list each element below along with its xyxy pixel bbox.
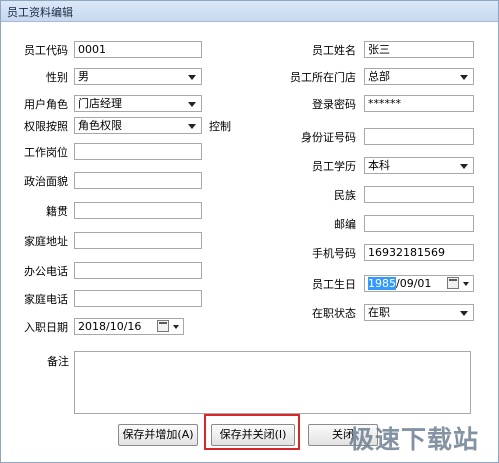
birthday-label: 员工生日 xyxy=(312,278,356,291)
gender-select[interactable]: 男 xyxy=(74,68,202,85)
login-password-label: 登录密码 xyxy=(312,98,356,111)
hire-date-picker[interactable]: 2018/10/16 xyxy=(74,318,184,335)
birthday-picker[interactable]: 1985/09/01 xyxy=(364,275,474,292)
employee-code-input[interactable]: 0001 xyxy=(74,41,202,58)
permission-suffix-label: 控制 xyxy=(209,120,231,133)
id-number-label: 身份证号码 xyxy=(301,131,356,144)
calendar-icon[interactable] xyxy=(447,277,459,289)
employment-status-label: 在职状态 xyxy=(312,307,356,320)
employment-status-value: 在职 xyxy=(368,306,390,319)
birthday-rest: /09/01 xyxy=(396,277,432,290)
birthday-year-selected: 1985 xyxy=(368,277,396,290)
remarks-label: 备注 xyxy=(47,355,69,368)
store-select[interactable]: 总部 xyxy=(364,68,474,85)
watermark-text: 极速下载站 xyxy=(349,425,480,454)
employment-status-select[interactable]: 在职 xyxy=(364,304,474,321)
store-value: 总部 xyxy=(368,70,390,83)
employee-name-label: 员工姓名 xyxy=(312,44,356,57)
employee-code-label: 员工代码 xyxy=(24,44,68,57)
home-phone-label: 家庭电话 xyxy=(24,293,68,306)
save-and-add-button[interactable]: 保存并增加(A) xyxy=(118,424,198,446)
home-address-input[interactable] xyxy=(74,232,202,249)
political-status-label: 政治面貌 xyxy=(24,175,68,188)
home-address-label: 家庭地址 xyxy=(24,235,68,248)
permission-select[interactable]: 角色权限 xyxy=(74,117,202,134)
home-phone-input[interactable] xyxy=(74,290,202,307)
political-status-input[interactable] xyxy=(74,172,202,189)
job-position-label: 工作岗位 xyxy=(24,146,68,159)
job-position-input[interactable] xyxy=(74,143,202,160)
store-label: 员工所在门店 xyxy=(290,71,356,84)
id-number-input[interactable] xyxy=(364,128,474,145)
login-password-input[interactable]: ****** xyxy=(364,95,474,112)
gender-label: 性别 xyxy=(46,71,68,84)
ethnicity-input[interactable] xyxy=(364,186,474,203)
postcode-label: 邮编 xyxy=(334,218,356,231)
education-label: 员工学历 xyxy=(312,160,356,173)
permission-label: 权限按照 xyxy=(24,120,68,133)
user-role-value: 门店经理 xyxy=(78,97,122,110)
user-role-label: 用户角色 xyxy=(24,98,68,111)
mobile-input[interactable]: 16932181569 xyxy=(364,244,474,261)
employee-edit-dialog: 员工资料编辑 员工代码 0001 性别 男 用户角色 门店经理 权限按照 角色权… xyxy=(0,0,499,463)
permission-value: 角色权限 xyxy=(78,119,122,132)
hire-date-label: 入职日期 xyxy=(24,321,68,334)
employee-name-input[interactable]: 张三 xyxy=(364,41,474,58)
office-phone-input[interactable] xyxy=(74,262,202,279)
user-role-select[interactable]: 门店经理 xyxy=(74,95,202,112)
chevron-down-icon[interactable] xyxy=(173,325,179,329)
window-title: 员工资料编辑 xyxy=(7,6,73,19)
ethnicity-label: 民族 xyxy=(334,189,356,202)
hire-date-value: 2018/10/16 xyxy=(78,320,142,333)
office-phone-label: 办公电话 xyxy=(24,265,68,278)
native-place-input[interactable] xyxy=(74,202,202,219)
native-place-label: 籍贯 xyxy=(46,205,68,218)
chevron-down-icon[interactable] xyxy=(463,282,469,286)
calendar-icon[interactable] xyxy=(157,320,169,332)
postcode-input[interactable] xyxy=(364,215,474,232)
remarks-textarea[interactable] xyxy=(74,351,471,414)
gender-value: 男 xyxy=(78,70,89,83)
education-value: 本科 xyxy=(368,159,390,172)
save-and-close-button[interactable]: 保存并关闭(I) xyxy=(211,424,295,446)
education-select[interactable]: 本科 xyxy=(364,157,474,174)
mobile-label: 手机号码 xyxy=(312,247,356,260)
title-bar: 员工资料编辑 xyxy=(1,1,498,22)
